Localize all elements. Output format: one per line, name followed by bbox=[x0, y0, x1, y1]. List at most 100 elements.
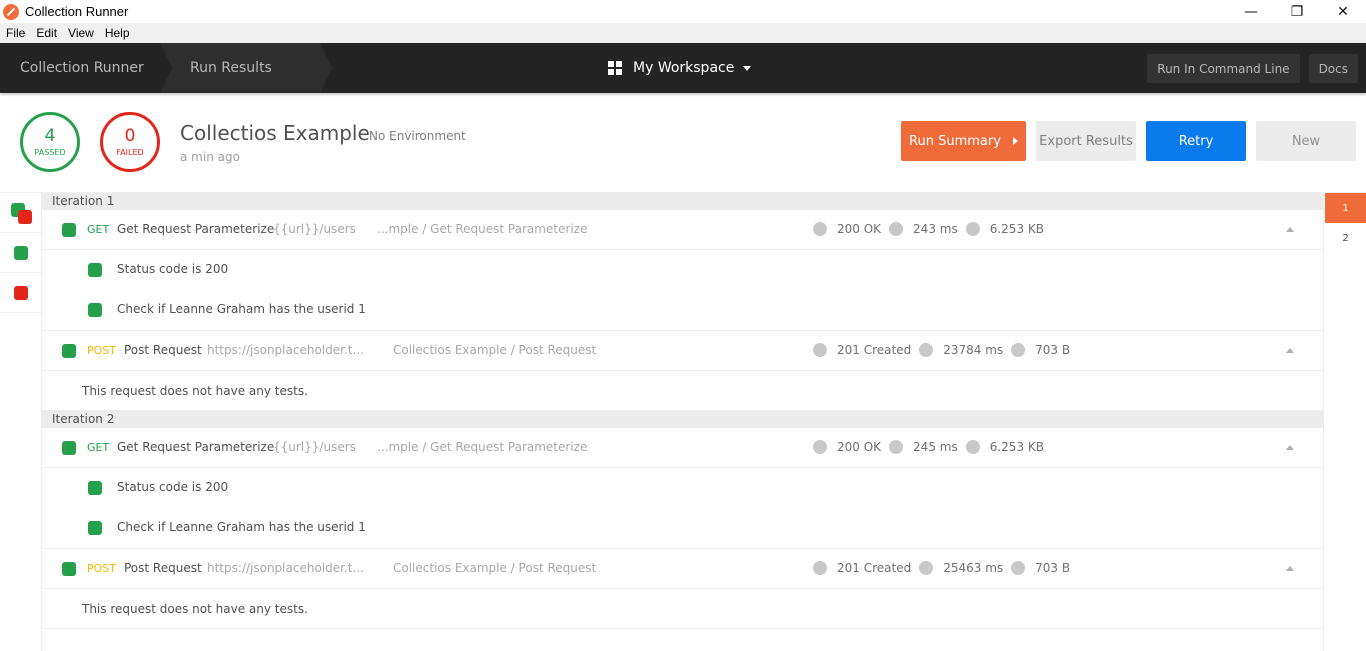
response-time: 243 ms bbox=[913, 222, 958, 236]
request-url: {{url}}/users bbox=[273, 440, 356, 454]
breadcrumb-run-results[interactable]: Run Results bbox=[160, 43, 332, 93]
response-time: 23784 ms bbox=[943, 343, 1004, 357]
test-result: Status code is 200 bbox=[42, 250, 1323, 290]
request-path: ...mple / Get Request Parameterize bbox=[377, 222, 588, 236]
export-results-button[interactable]: Export Results bbox=[1036, 121, 1136, 161]
passed-icon bbox=[14, 246, 28, 260]
method-badge: GET bbox=[87, 441, 110, 454]
request-path: Collectios Example / Post Request bbox=[393, 561, 597, 575]
chevron-down-icon bbox=[743, 65, 752, 71]
menu-file[interactable]: File bbox=[0, 26, 30, 40]
response-status: 201 Created bbox=[837, 561, 912, 575]
no-tests-message: This request does not have any tests. bbox=[42, 371, 1323, 411]
status-dot-icon bbox=[813, 440, 827, 454]
request-row[interactable]: GET Get Request Parameterize {{url}}/use… bbox=[42, 428, 1323, 468]
postman-logo-icon bbox=[3, 3, 19, 20]
collapse-caret-icon[interactable] bbox=[1286, 227, 1294, 232]
method-badge: POST bbox=[87, 344, 116, 357]
response-size: 6.253 KB bbox=[989, 222, 1044, 236]
request-path: Collectios Example / Post Request bbox=[393, 343, 597, 357]
response-stats: 200 OK 245 ms 6.253 KB bbox=[813, 440, 1044, 454]
request-url: {{url}}/users bbox=[273, 222, 356, 236]
size-dot-icon bbox=[965, 222, 980, 236]
request-name: Get Request Parameterize bbox=[117, 222, 275, 236]
menu-view[interactable]: View bbox=[62, 26, 99, 40]
workspace-switcher[interactable]: My Workspace bbox=[608, 43, 752, 93]
size-dot-icon bbox=[965, 440, 980, 454]
run-summary-label: Run Summary bbox=[909, 133, 1001, 149]
request-url: https://jsonplaceholder.t... bbox=[207, 561, 364, 575]
response-size: 703 B bbox=[1035, 343, 1071, 357]
response-stats: 201 Created 23784 ms 703 B bbox=[813, 343, 1070, 357]
failed-count: 0 bbox=[124, 126, 136, 146]
retry-button[interactable]: Retry bbox=[1146, 121, 1246, 161]
failed-counter: 0 FAILED bbox=[100, 112, 160, 172]
test-name: Check if Leanne Graham has the userid 1 bbox=[117, 520, 366, 534]
request-url: https://jsonplaceholder.t... bbox=[207, 343, 364, 357]
workspace-label: My Workspace bbox=[633, 60, 735, 76]
time-dot-icon bbox=[919, 343, 934, 357]
menu-help[interactable]: Help bbox=[99, 26, 135, 40]
time-dot-icon bbox=[889, 440, 904, 454]
breadcrumb-collection-runner[interactable]: Collection Runner bbox=[0, 43, 172, 93]
status-dot-icon bbox=[813, 343, 827, 357]
restore-button[interactable]: ❐ bbox=[1274, 0, 1320, 23]
run-summary-header: 4 PASSED 0 FAILED Collectios Example No … bbox=[0, 93, 1366, 193]
time-dot-icon bbox=[889, 222, 904, 236]
caret-right-icon bbox=[1012, 137, 1018, 145]
method-badge: POST bbox=[87, 562, 116, 575]
all-failed-icon bbox=[18, 210, 32, 224]
response-size: 703 B bbox=[1035, 561, 1071, 575]
filter-passed[interactable] bbox=[0, 233, 41, 273]
pass-status-icon bbox=[62, 223, 76, 237]
response-time: 25463 ms bbox=[943, 561, 1004, 575]
failed-icon bbox=[14, 286, 28, 300]
run-in-command-line-button[interactable]: Run In Command Line bbox=[1147, 54, 1300, 83]
request-row[interactable]: POST Post Request https://jsonplaceholde… bbox=[42, 549, 1323, 589]
docs-button[interactable]: Docs bbox=[1308, 54, 1358, 83]
status-dot-icon bbox=[813, 561, 827, 575]
iteration-tab-2[interactable]: 2 bbox=[1325, 223, 1366, 253]
workspace-grid-icon bbox=[608, 61, 622, 75]
top-nav: Collection Runner Run Results My Workspa… bbox=[0, 43, 1366, 93]
test-pass-icon bbox=[88, 303, 102, 317]
no-tests-message: This request does not have any tests. bbox=[42, 589, 1323, 629]
size-dot-icon bbox=[1011, 561, 1026, 575]
filter-failed[interactable] bbox=[0, 273, 41, 313]
collection-name: Collectios Example bbox=[180, 121, 370, 145]
menu-edit[interactable]: Edit bbox=[30, 26, 62, 40]
request-row[interactable]: POST Post Request https://jsonplaceholde… bbox=[42, 331, 1323, 371]
pass-status-icon bbox=[62, 562, 76, 576]
close-button[interactable]: ✕ bbox=[1320, 0, 1366, 23]
request-path: ...mple / Get Request Parameterize bbox=[377, 440, 588, 454]
test-pass-icon bbox=[88, 521, 102, 535]
failed-label: FAILED bbox=[116, 148, 144, 157]
test-name: Status code is 200 bbox=[117, 262, 229, 276]
minimize-button[interactable]: — bbox=[1228, 0, 1274, 23]
collapse-caret-icon[interactable] bbox=[1286, 348, 1294, 353]
collapse-caret-icon[interactable] bbox=[1286, 445, 1294, 450]
status-dot-icon bbox=[813, 222, 827, 236]
request-row[interactable]: GET Get Request Parameterize {{url}}/use… bbox=[42, 210, 1323, 250]
run-summary-button[interactable]: Run Summary bbox=[901, 121, 1026, 161]
request-name: Post Request bbox=[124, 343, 202, 357]
response-size: 6.253 KB bbox=[989, 440, 1044, 454]
test-result: Check if Leanne Graham has the userid 1 bbox=[42, 508, 1323, 548]
response-stats: 201 Created 25463 ms 703 B bbox=[813, 561, 1070, 575]
method-badge: GET bbox=[87, 223, 110, 236]
response-status: 200 OK bbox=[837, 222, 882, 236]
test-pass-icon bbox=[88, 481, 102, 495]
title-bar: Collection Runner — ❐ ✕ bbox=[0, 0, 1366, 23]
environment-label: No Environment bbox=[369, 129, 466, 143]
new-button[interactable]: New bbox=[1256, 121, 1356, 161]
collapse-caret-icon[interactable] bbox=[1286, 566, 1294, 571]
request-name: Get Request Parameterize bbox=[117, 440, 275, 454]
iteration-tab-1[interactable]: 1 bbox=[1325, 193, 1366, 223]
pass-status-icon bbox=[62, 441, 76, 455]
passed-label: PASSED bbox=[34, 148, 66, 157]
passed-counter: 4 PASSED bbox=[20, 112, 80, 172]
response-time: 245 ms bbox=[913, 440, 958, 454]
filter-all[interactable] bbox=[0, 193, 41, 233]
request-name: Post Request bbox=[124, 561, 202, 575]
results-list: Iteration 1 GET Get Request Parameterize… bbox=[42, 193, 1324, 651]
